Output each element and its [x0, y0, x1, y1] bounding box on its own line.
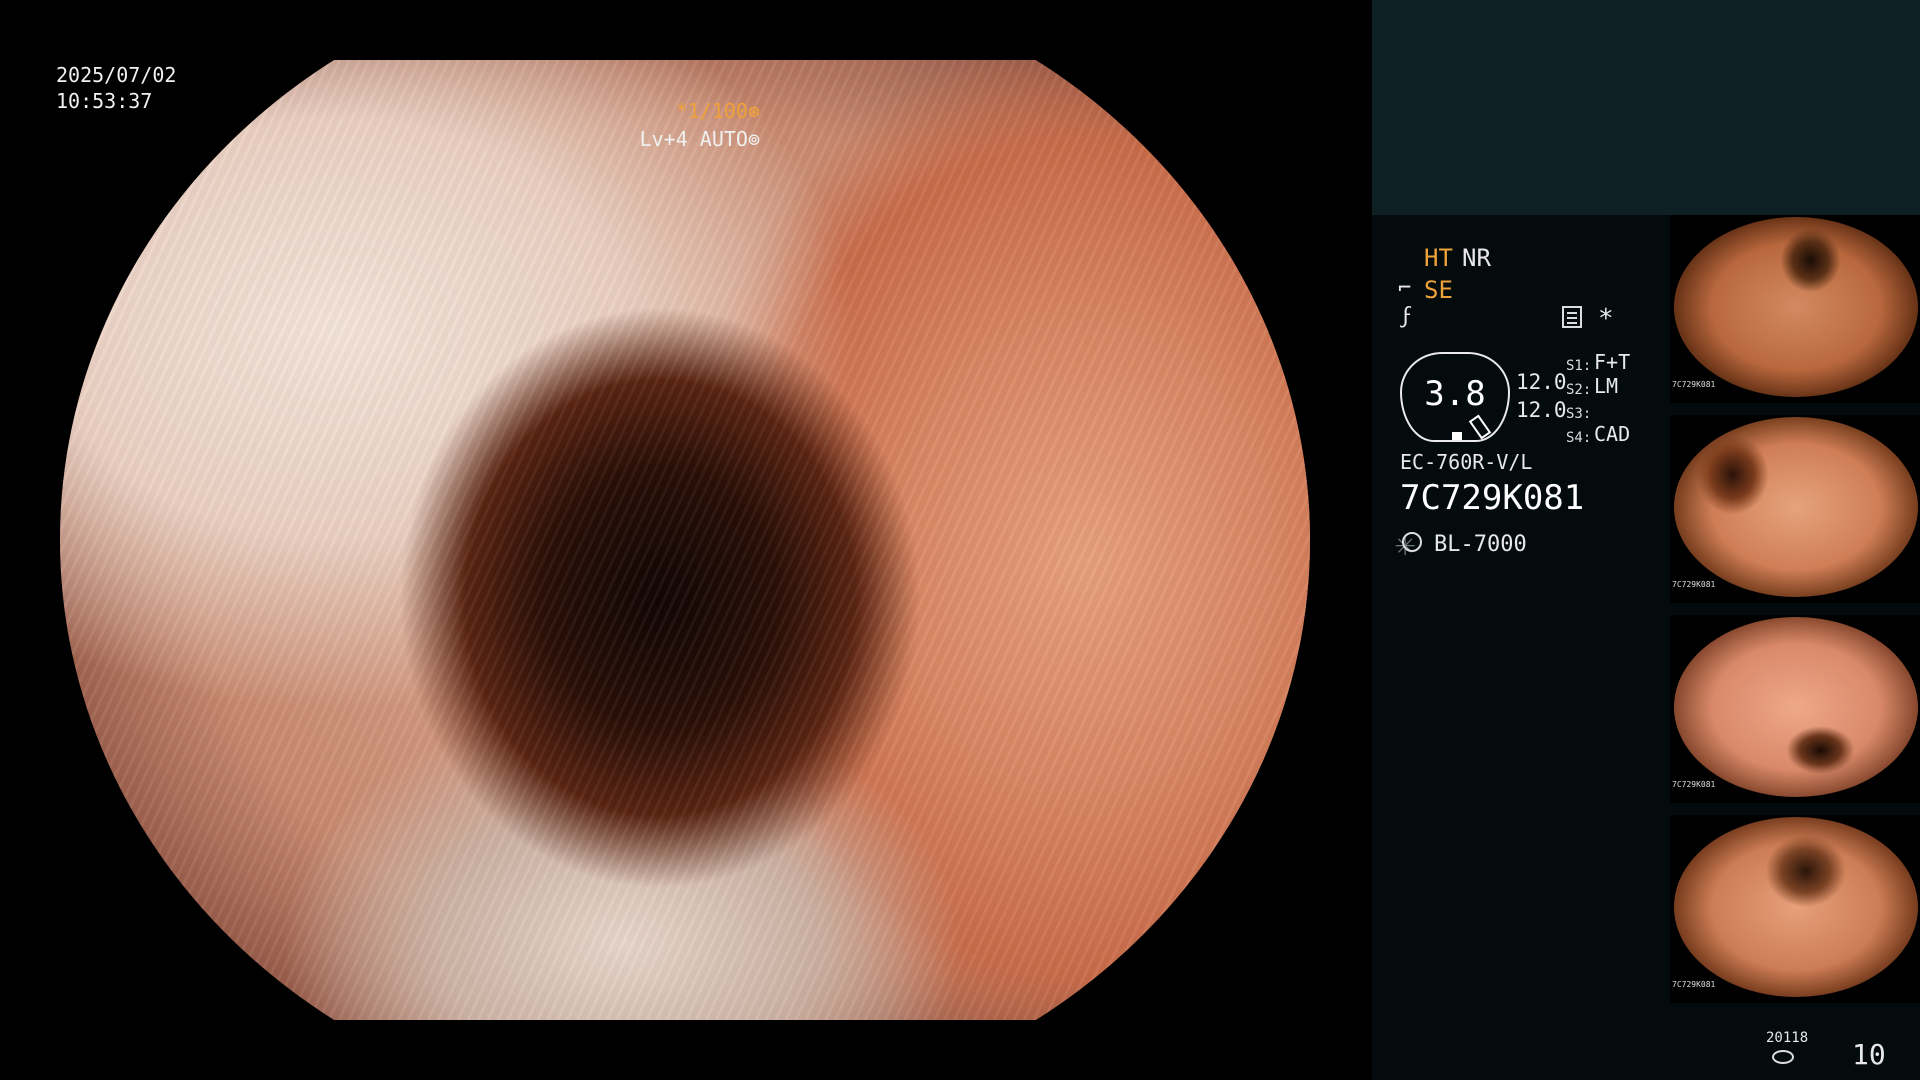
scope-serial: 7C729K081 [1400, 478, 1585, 518]
gauge-indicator: 3.8 [1400, 352, 1510, 442]
endoscope-live-view: 2025/07/02 10:53:37 *1/100⊛ Lv+4 AUTO⊚ [0, 0, 1372, 1080]
thumbnail-image [1674, 817, 1918, 997]
status-panel: HT NR ⌐ SE ϝ * 3.8 12.0 12.0 S1: F+T S2:… [1372, 0, 1920, 1080]
panel-header-area [1372, 0, 1920, 215]
se-indicator: SE [1424, 276, 1453, 304]
captured-thumbnail-3[interactable]: 7C729K081 [1670, 615, 1920, 803]
scope-model: EC-760R-V/L [1400, 450, 1533, 474]
counter-code: 20118 [1766, 1030, 1809, 1046]
gauge-value: 3.8 [1424, 374, 1486, 414]
gauge-bar [1452, 432, 1462, 440]
s3-label: S3: [1566, 406, 1592, 422]
captured-thumbnail-1[interactable]: 7C729K081 [1670, 215, 1920, 403]
asterisk-indicator: * [1598, 304, 1614, 334]
thumbnail-image [1674, 417, 1918, 597]
date-label: 2025/07/02 [56, 63, 177, 87]
thumbnail-image [1674, 217, 1918, 397]
thumbnail-code: 7C729K081 [1672, 980, 1716, 989]
s2-value: LM [1594, 374, 1619, 398]
lamp-icon [1395, 524, 1422, 564]
flash-icon: ϝ [1400, 304, 1414, 329]
disk-icon [1772, 1050, 1794, 1064]
datetime: 2025/07/02 10:53:37 [56, 62, 176, 114]
value-2: 12.0 [1516, 398, 1567, 422]
gauge-flag-icon [1468, 414, 1492, 440]
s1-value: F+T [1594, 350, 1631, 374]
note-icon [1562, 306, 1582, 328]
thumbnail-code: 7C729K081 [1672, 380, 1716, 389]
time-label: 10:53:37 [56, 89, 153, 113]
thumbnail-code: 7C729K081 [1672, 780, 1716, 789]
scope-tip-icon: ⌐ [1398, 276, 1412, 301]
captured-thumbnail-2[interactable]: 7C729K081 [1670, 415, 1920, 603]
endoscopy-image [60, 60, 1310, 1020]
shutter-speed: *1/100⊛ [675, 99, 760, 123]
brightness-level: Lv+4 AUTO⊚ [639, 127, 760, 151]
s4-value: CAD [1594, 422, 1631, 446]
s4-label: S4: [1566, 430, 1592, 446]
thumbnail-code: 7C729K081 [1672, 580, 1716, 589]
captured-thumbnail-4[interactable]: 7C729K081 [1670, 815, 1920, 1003]
s2-label: S2: [1566, 382, 1592, 398]
lamp-model: BL-7000 [1434, 532, 1527, 557]
nr-indicator: NR [1462, 244, 1491, 272]
value-1: 12.0 [1516, 370, 1567, 394]
s1-label: S1: [1566, 358, 1592, 374]
ht-indicator: HT [1424, 244, 1453, 272]
thumbnail-image [1674, 617, 1918, 797]
image-count: 10 [1852, 1038, 1886, 1071]
